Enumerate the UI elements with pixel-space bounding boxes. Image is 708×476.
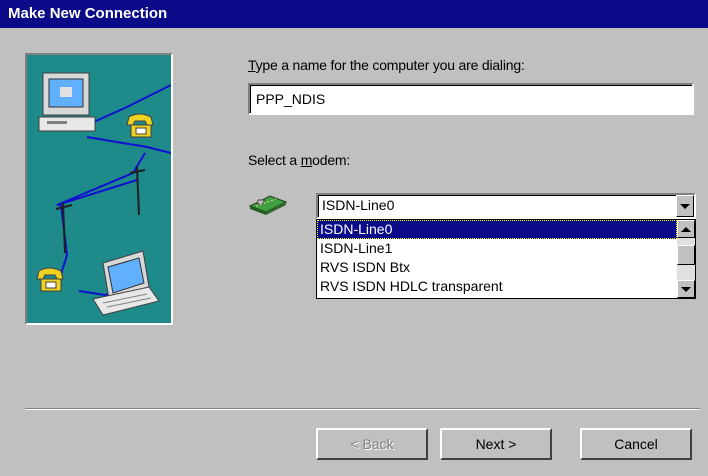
pole-icon	[55, 166, 146, 254]
scrollbar[interactable]	[677, 220, 695, 298]
computer-icon	[38, 72, 96, 132]
next-button[interactable]: Next >	[440, 428, 552, 460]
scroll-down-button[interactable]	[677, 280, 695, 298]
modem-select[interactable]: ISDN-Line0	[316, 193, 696, 219]
list-item[interactable]: ISDN-Line0	[317, 220, 677, 239]
list-item[interactable]: RVS ISDN Btx	[317, 258, 677, 277]
modem-prompt-label: Select a modem:	[248, 152, 351, 168]
list-item[interactable]: RVS ISDN HDLC transparent	[317, 277, 677, 296]
name-prompt-label: Type a name for the computer you are dia…	[248, 57, 525, 73]
telephone-icon	[126, 113, 154, 138]
telephone-icon	[36, 267, 64, 292]
modem-dropdown-list[interactable]: ISDN-Line0 ISDN-Line1 RVS ISDN Btx RVS I…	[316, 219, 696, 299]
back-button[interactable]: < Back	[316, 428, 428, 460]
scroll-thumb[interactable]	[677, 245, 695, 265]
cancel-button[interactable]: Cancel	[580, 428, 692, 460]
divider	[25, 408, 700, 410]
list-item[interactable]: ISDN-Line1	[317, 239, 677, 258]
computer-name-input[interactable]: PPP_NDIS	[248, 83, 694, 115]
combo-dropdown-button[interactable]	[676, 195, 694, 217]
modem-icon	[248, 190, 288, 216]
chevron-down-icon	[680, 203, 690, 209]
connection-illustration	[25, 53, 173, 325]
chevron-down-icon	[681, 286, 691, 292]
laptop-icon	[92, 250, 160, 316]
title-bar: Make New Connection	[0, 0, 708, 28]
window-title: Make New Connection	[8, 5, 168, 22]
chevron-up-icon	[681, 226, 691, 232]
scroll-up-button[interactable]	[677, 220, 695, 238]
